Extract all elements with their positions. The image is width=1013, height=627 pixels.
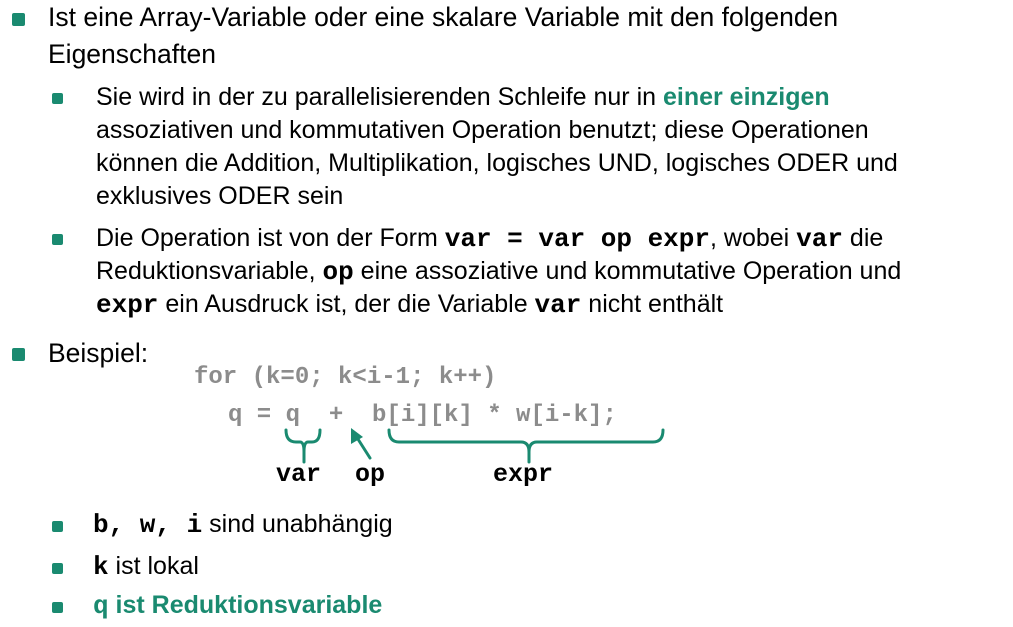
note-2: k ist lokal	[93, 550, 199, 584]
annotation-op: op	[355, 460, 386, 489]
bullet-icon	[52, 602, 63, 613]
code-inline: b, w, i	[93, 510, 203, 540]
var-brace	[284, 428, 322, 453]
note-1: b, w, i sind unabhängig	[93, 508, 393, 542]
code-inline: k	[93, 552, 109, 582]
annotation-var: var	[276, 460, 322, 489]
note-3: q ist Reduktionsvariable	[93, 589, 382, 623]
note-text: sind unabhängig	[202, 510, 393, 538]
note-text: ist lokal	[108, 552, 199, 580]
code-inline: q	[93, 591, 109, 621]
annotation-expr: expr	[493, 460, 554, 489]
bullet-icon	[52, 563, 63, 574]
expr-brace	[387, 428, 665, 453]
bullet-icon	[52, 521, 63, 532]
note-text: ist Reduktionsvariable	[108, 591, 383, 619]
